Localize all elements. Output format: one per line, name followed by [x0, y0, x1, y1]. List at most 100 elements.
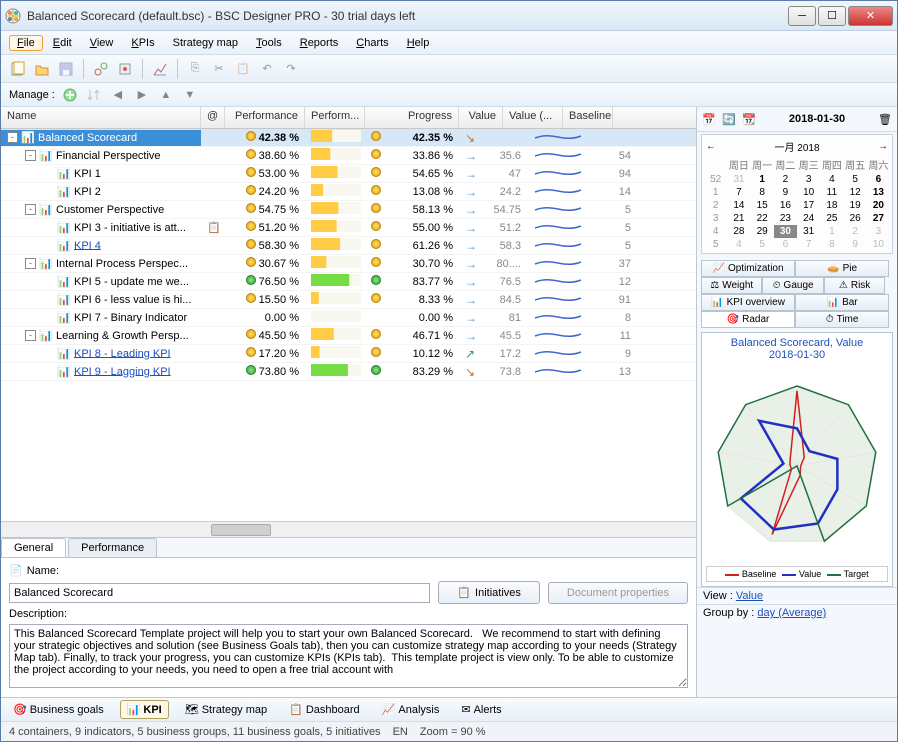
undo-icon[interactable]: ↶: [258, 60, 276, 78]
col-value[interactable]: Value: [459, 107, 503, 128]
tab-time[interactable]: ⏱ Time: [795, 311, 889, 328]
paste-icon[interactable]: 📋: [234, 60, 252, 78]
tab-gauge[interactable]: ⏲ Gauge: [762, 277, 823, 294]
col-name[interactable]: Name: [1, 107, 201, 128]
minimize-button[interactable]: ─: [788, 6, 816, 26]
date-prev-icon[interactable]: 📅: [701, 111, 717, 127]
menu-strategy-map[interactable]: Strategy map: [165, 35, 246, 51]
col-perform-bar[interactable]: Perform...: [305, 107, 365, 128]
status-lang: EN: [393, 726, 408, 738]
menu-file[interactable]: File: [9, 35, 43, 51]
grid-row[interactable]: 📊KPI 1 53.00 %54.65 %→4794: [1, 165, 696, 183]
grid-row[interactable]: 📊KPI 9 - Lagging KPI 73.80 %83.29 %↘73.8…: [1, 363, 696, 381]
grid-row[interactable]: 📊KPI 8 - Leading KPI 17.20 %10.12 %↗17.2…: [1, 345, 696, 363]
maximize-button[interactable]: ☐: [818, 6, 846, 26]
col-value-chart[interactable]: Value (...: [503, 107, 563, 128]
document-properties-button[interactable]: Document properties: [548, 582, 688, 604]
description-label: Description:: [9, 608, 67, 620]
tab-bar[interactable]: 📊 Bar: [795, 294, 889, 311]
grid-row[interactable]: -📊Internal Process Perspec... 30.67 %30.…: [1, 255, 696, 273]
tab-optimization[interactable]: 📈 Optimization: [701, 260, 795, 277]
menu-kpis[interactable]: KPIs: [123, 35, 162, 51]
nav-alerts[interactable]: ✉ Alerts: [455, 701, 507, 718]
menu-help[interactable]: Help: [399, 35, 438, 51]
up-icon[interactable]: ▲: [157, 86, 175, 104]
grid-row[interactable]: 📊KPI 3 - initiative is att...📋 51.20 %55…: [1, 219, 696, 237]
tab-general[interactable]: General: [1, 538, 66, 557]
cal-prev[interactable]: ←: [706, 141, 716, 152]
nav-analysis[interactable]: 📈 Analysis: [376, 701, 446, 718]
tab-weight[interactable]: ⚖ Weight: [701, 277, 762, 294]
radar-title-2: 2018-01-30: [706, 349, 888, 361]
sort-icon[interactable]: [85, 86, 103, 104]
date-cal-icon[interactable]: 📆: [741, 111, 757, 127]
window-title: Balanced Scorecard (default.bsc) - BSC D…: [27, 9, 788, 23]
cal-month: 一月 2018: [774, 139, 819, 154]
col-progress[interactable]: Progress: [365, 107, 459, 128]
description-textarea[interactable]: This Balanced Scorecard Template project…: [9, 624, 688, 688]
link-icon[interactable]: [92, 60, 110, 78]
menu-tools[interactable]: Tools: [248, 35, 290, 51]
radar-chart: Balanced Scorecard, Value 2018-01-30 Bas…: [701, 332, 893, 587]
view-link[interactable]: Value: [736, 590, 763, 602]
view-row: View : Value: [697, 587, 897, 604]
calendar[interactable]: ←一月 2018→ 周日周一周二周三周四周五周六5231123456178910…: [701, 134, 893, 254]
grid-row[interactable]: -📊Customer Perspective 54.75 %58.13 %→54…: [1, 201, 696, 219]
right-sidebar: 📅 🔄 📆 2018-01-30 🗑 ←一月 2018→ 周日周一周二周三周四周…: [697, 107, 897, 697]
next-icon[interactable]: ▶: [133, 86, 151, 104]
save-icon[interactable]: [57, 60, 75, 78]
grid-row[interactable]: 📊KPI 6 - less value is hi... 15.50 %8.33…: [1, 291, 696, 309]
tab-pie[interactable]: 🥧 Pie: [795, 260, 889, 277]
close-button[interactable]: ✕: [848, 6, 893, 26]
grid-row[interactable]: 📊KPI 5 - update me we... 76.50 %83.77 %→…: [1, 273, 696, 291]
col-baseline[interactable]: Baseline: [563, 107, 613, 128]
tab-performance[interactable]: Performance: [68, 538, 157, 557]
cut-icon[interactable]: ✂: [210, 60, 228, 78]
name-label: 📄 Name:: [9, 564, 59, 577]
menu-view[interactable]: View: [82, 35, 122, 51]
nav-business-goals[interactable]: 🎯 Business goals: [7, 701, 110, 718]
name-input[interactable]: [9, 583, 430, 603]
cal-next[interactable]: →: [878, 141, 888, 152]
nav-kpi[interactable]: 📊 KPI: [120, 700, 169, 719]
horizontal-scrollbar[interactable]: [1, 521, 696, 537]
date-refresh-icon[interactable]: 🔄: [721, 111, 737, 127]
grid-row[interactable]: -📊Financial Perspective 38.60 %33.86 %→3…: [1, 147, 696, 165]
initiatives-button[interactable]: 📋 Initiatives: [438, 581, 540, 604]
grid-row[interactable]: -📊Learning & Growth Persp... 45.50 %46.7…: [1, 327, 696, 345]
tab-kpi-overview[interactable]: 📊 KPI overview: [701, 294, 795, 311]
chart-type-tabs: 📈 Optimization 🥧 Pie ⚖ Weight ⏲ Gauge ⚠ …: [701, 260, 893, 328]
new-icon[interactable]: [9, 60, 27, 78]
detail-panel: General Performance 📄 Name: 📋 Initiative…: [1, 537, 696, 697]
nav-strategy-map[interactable]: 🗺 Strategy map: [179, 701, 273, 718]
open-icon[interactable]: [33, 60, 51, 78]
tab-risk[interactable]: ⚠ Risk: [824, 277, 885, 294]
date-delete-icon[interactable]: 🗑: [877, 111, 893, 127]
chart-icon[interactable]: [151, 60, 169, 78]
down-icon[interactable]: ▼: [181, 86, 199, 104]
settings-icon[interactable]: [116, 60, 134, 78]
redo-icon[interactable]: ↷: [282, 60, 300, 78]
status-counts: 4 containers, 9 indicators, 5 business g…: [9, 726, 381, 738]
menu-edit[interactable]: Edit: [45, 35, 80, 51]
menu-reports[interactable]: Reports: [292, 35, 347, 51]
prev-icon[interactable]: ◀: [109, 86, 127, 104]
menu-charts[interactable]: Charts: [348, 35, 396, 51]
tab-radar[interactable]: 🎯 Radar: [701, 311, 795, 328]
add-item-icon[interactable]: [61, 86, 79, 104]
kpi-grid[interactable]: Name @ Performance Perform... Progress V…: [1, 107, 696, 521]
col-performance[interactable]: Performance: [225, 107, 305, 128]
status-zoom: Zoom = 90 %: [420, 726, 486, 738]
nav-dashboard[interactable]: 📋 Dashboard: [283, 701, 366, 718]
grid-row[interactable]: 📊KPI 7 - Binary Indicator0.00 %0.00 %→81…: [1, 309, 696, 327]
grid-row[interactable]: -📊Balanced Scorecard 42.38 %42.35 %↘: [1, 129, 696, 147]
groupby-link[interactable]: day (Average): [757, 607, 826, 619]
toolbar: ⎘ ✂ 📋 ↶ ↷: [1, 55, 897, 83]
grid-row[interactable]: 📊KPI 2 24.20 %13.08 %→24.214: [1, 183, 696, 201]
copy-icon[interactable]: ⎘: [186, 60, 204, 78]
col-at[interactable]: @: [201, 107, 225, 128]
bottom-nav: 🎯 Business goals 📊 KPI 🗺 Strategy map 📋 …: [1, 697, 897, 721]
grid-row[interactable]: 📊KPI 4 58.30 %61.26 %→58.35: [1, 237, 696, 255]
manage-bar: Manage : ◀ ▶ ▲ ▼: [1, 83, 897, 107]
grid-header: Name @ Performance Perform... Progress V…: [1, 107, 696, 129]
